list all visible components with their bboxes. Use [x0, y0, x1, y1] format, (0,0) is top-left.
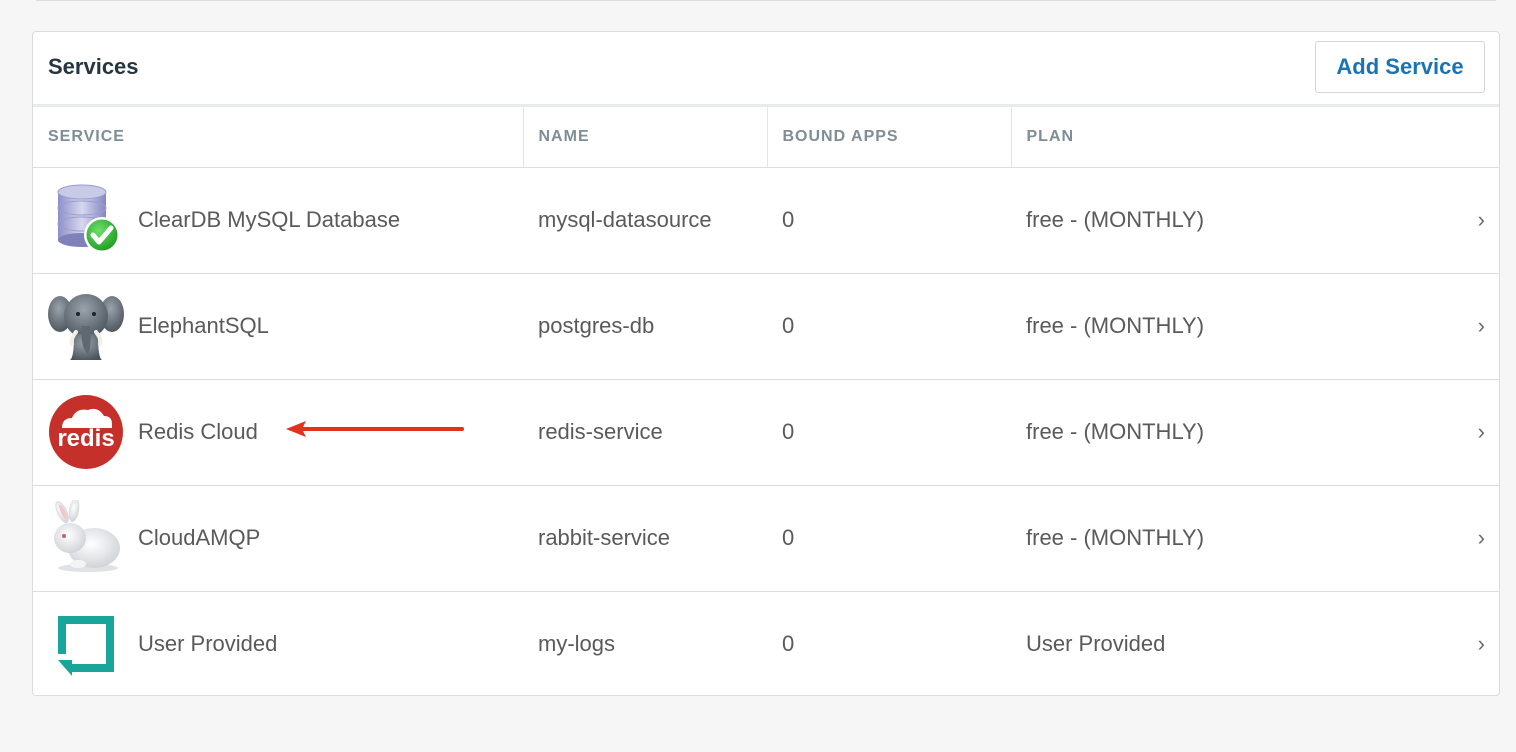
elephant-icon: [48, 288, 124, 364]
top-divider: [36, 0, 1496, 1]
bound-apps-cell: 0: [767, 273, 1011, 380]
name-cell: redis-service: [523, 379, 767, 486]
plan-cell: free - (MONTHLY): [1011, 167, 1411, 274]
user-provided-icon: [48, 606, 124, 682]
service-label: User Provided: [138, 630, 278, 656]
chevron-right-icon[interactable]: ›: [1411, 591, 1499, 695]
service-cell: User Provided: [33, 591, 523, 695]
svg-text:redis: redis: [57, 425, 114, 452]
bound-apps-cell: 0: [767, 167, 1011, 274]
chevron-right-icon[interactable]: ›: [1411, 167, 1499, 274]
table-header-row: SERVICE NAME BOUND APPS PLAN: [33, 107, 1499, 168]
service-cell: CloudAMQP: [33, 485, 523, 592]
chevron-right-icon[interactable]: ›: [1411, 485, 1499, 592]
plan-cell: free - (MONTHLY): [1011, 273, 1411, 380]
chevron-right-icon[interactable]: ›: [1411, 273, 1499, 380]
service-label: ElephantSQL: [138, 313, 269, 338]
service-label: CloudAMQP: [138, 525, 261, 550]
table-row[interactable]: ClearDB MySQL Database mysql-datasource …: [33, 167, 1499, 274]
name-cell: mysql-datasource: [523, 167, 767, 274]
plan-cell: User Provided: [1026, 630, 1166, 656]
panel-header: Services Add Service: [33, 32, 1499, 107]
services-panel: Services Add Service SERVICE NAME BOUND …: [32, 31, 1500, 696]
column-header-service[interactable]: SERVICE: [33, 107, 523, 168]
plan-cell: free - (MONTHLY): [1011, 485, 1411, 592]
bound-apps-cell: 0: [767, 485, 1011, 592]
service-label: Redis Cloud: [138, 419, 258, 444]
plan-cell: free - (MONTHLY): [1011, 379, 1411, 486]
service-cell: ClearDB MySQL Database: [33, 167, 523, 274]
table-row[interactable]: CloudAMQP rabbit-service 0 free - (MONTH…: [33, 485, 1499, 592]
chevron-right-icon[interactable]: ›: [1411, 379, 1499, 486]
table-row[interactable]: User Provided my-logs 0 User Provided ›: [33, 591, 1499, 695]
column-header-plan[interactable]: PLAN: [1010, 107, 1499, 168]
table-row[interactable]: redis Redis Cloud redis-service 0 free -…: [33, 379, 1499, 486]
redis-logo-icon: redis: [48, 394, 124, 470]
table-row[interactable]: ElephantSQL postgres-db 0 free - (MONTHL…: [33, 273, 1499, 380]
name-cell: postgres-db: [523, 273, 767, 380]
annotation-arrow-icon: [286, 421, 464, 437]
bound-apps-cell: 0: [767, 379, 1011, 486]
rabbit-icon: [48, 500, 124, 576]
database-check-icon: [48, 182, 124, 258]
service-label: ClearDB MySQL Database: [138, 207, 401, 232]
bound-apps-cell: 0: [782, 630, 795, 656]
column-header-name[interactable]: NAME: [522, 107, 767, 168]
name-cell: rabbit-service: [523, 485, 767, 592]
panel-title: Services: [48, 54, 139, 79]
services-table: SERVICE NAME BOUND APPS PLAN ClearDB MyS…: [33, 107, 1499, 695]
column-header-bound-apps[interactable]: BOUND APPS: [766, 107, 1011, 168]
add-service-button[interactable]: Add Service: [1315, 41, 1485, 93]
service-cell: ElephantSQL: [33, 273, 523, 380]
name-cell: my-logs: [538, 630, 616, 656]
